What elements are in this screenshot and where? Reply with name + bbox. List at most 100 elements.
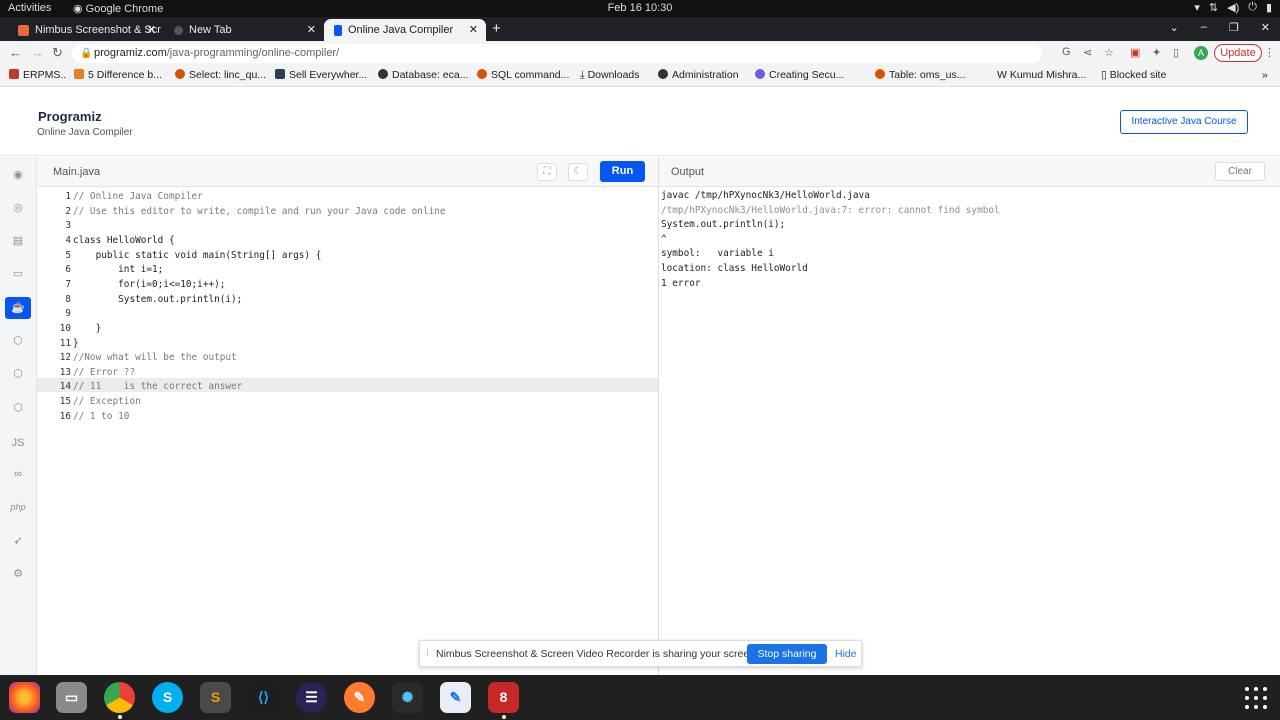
close-icon[interactable]: ✕: [469, 23, 478, 36]
java-icon[interactable]: ☕: [5, 297, 31, 319]
csharp-icon[interactable]: ⬡: [5, 397, 31, 419]
bookmark-item[interactable]: ▯ Blocked site: [1101, 69, 1166, 81]
tab-nimbus[interactable]: Nimbus Screenshot & Scr ✕: [8, 19, 164, 41]
puzzle-icon[interactable]: ✦: [1152, 46, 1161, 59]
code-editor[interactable]: 1// Online Java Compiler 2// Use this edi…: [37, 188, 658, 675]
sql-icon[interactable]: ▤: [5, 230, 31, 252]
power-icon: ⏻: [1248, 1, 1257, 13]
postman-icon[interactable]: ✎: [344, 682, 375, 713]
interactive-java-course-button[interactable]: Interactive Java Course: [1120, 110, 1248, 134]
reload-icon[interactable]: ↻: [52, 45, 63, 61]
line-number: 13: [59, 366, 71, 378]
activities-button[interactable]: Activities: [8, 2, 51, 14]
hide-button[interactable]: Hide: [835, 648, 857, 660]
go-icon[interactable]: ∞: [5, 463, 31, 485]
code-line[interactable]: for(i=0;i<=10;i++);: [73, 279, 225, 290]
share-icon[interactable]: ⋖: [1083, 46, 1092, 59]
bookmark-item[interactable]: Select: linc_qu...: [175, 69, 266, 81]
nimbus-recorder-icon[interactable]: 8: [488, 682, 519, 713]
sidepanel-icon[interactable]: ▯: [1173, 46, 1179, 59]
system-tray[interactable]: ▾ ⇅ ◀) ⏻ ▮: [1194, 1, 1272, 14]
code-line[interactable]: int i=1;: [73, 264, 163, 275]
new-tab-icon[interactable]: +: [492, 20, 501, 37]
pane-divider[interactable]: [658, 157, 659, 675]
bookmark-item[interactable]: 5 Difference b...: [74, 69, 162, 81]
update-button[interactable]: Update: [1214, 44, 1262, 62]
python-icon[interactable]: ◉: [5, 164, 31, 186]
rust-icon[interactable]: ⚙: [5, 563, 31, 585]
tab-search-icon[interactable]: ⌄: [1170, 21, 1179, 34]
profile-avatar[interactable]: A: [1194, 46, 1208, 60]
programiz-logo[interactable]: Programiz: [38, 109, 102, 124]
minimize-icon[interactable]: –: [1201, 21, 1207, 34]
skype-icon[interactable]: S: [152, 682, 183, 713]
bookmark-item[interactable]: Database: eca...: [378, 69, 468, 81]
cpp-icon[interactable]: ⬡: [5, 363, 31, 385]
close-icon[interactable]: ✕: [147, 23, 156, 36]
clear-button[interactable]: Clear: [1215, 162, 1265, 181]
code-line[interactable]: }: [73, 323, 102, 334]
close-icon[interactable]: ✕: [307, 23, 316, 36]
bookmark-item[interactable]: Sell Everywher...: [275, 69, 367, 81]
bookmark-downloads[interactable]: ⤓ Downloads: [580, 69, 640, 82]
code-line[interactable]: // 1 to 10: [73, 411, 129, 422]
google-icon[interactable]: G: [1062, 46, 1071, 58]
code-line[interactable]: //Now what will be the output: [73, 352, 237, 363]
dark-mode-icon[interactable]: ☾: [568, 163, 588, 181]
code-line[interactable]: // Exception: [73, 396, 141, 407]
code-line[interactable]: // Online Java Compiler: [73, 191, 203, 202]
line-number: 16: [59, 410, 71, 422]
bookmark-item[interactable]: Creating Secu...: [755, 69, 844, 81]
line-number: 10: [59, 322, 71, 334]
file-tab-main-java[interactable]: Main.java: [53, 166, 100, 178]
text-editor-icon[interactable]: ✎: [440, 682, 471, 713]
menu-icon[interactable]: ⋮: [1264, 46, 1275, 59]
bookmark-item[interactable]: SQL command...: [477, 69, 569, 81]
star-icon[interactable]: ☆: [1104, 46, 1114, 59]
code-line[interactable]: class HelloWorld {: [73, 235, 175, 246]
app-menu-label: Google Chrome: [85, 3, 164, 15]
code-line[interactable]: // 11 is the correct answer: [73, 381, 242, 392]
bookmark-item[interactable]: ERPMS..: [9, 69, 66, 81]
php-icon[interactable]: php: [5, 496, 31, 518]
run-button[interactable]: Run: [600, 161, 645, 182]
mysql-workbench-icon[interactable]: ✺: [392, 682, 423, 713]
forward-icon[interactable]: →: [31, 45, 44, 60]
c-icon[interactable]: ⬡: [5, 330, 31, 352]
fullscreen-icon[interactable]: ⛶: [537, 163, 557, 181]
javascript-icon[interactable]: JS: [5, 432, 31, 454]
tab-new-tab[interactable]: New Tab ✕: [164, 19, 324, 41]
sublime-text-icon[interactable]: S: [200, 682, 231, 713]
drag-handle-icon[interactable]: ⁞: [426, 647, 429, 659]
bookmarks-overflow-icon[interactable]: »: [1262, 69, 1268, 81]
bookmark-item[interactable]: W Kumud Mishra...: [997, 69, 1086, 81]
clock[interactable]: Feb 16 10:30: [0, 2, 1280, 14]
eclipse-icon[interactable]: ☰: [296, 682, 327, 713]
bookmark-item[interactable]: Administration: [658, 69, 739, 81]
code-line[interactable]: System.out.println(i);: [73, 294, 242, 305]
code-line[interactable]: }: [73, 338, 79, 349]
chrome-icon[interactable]: [104, 682, 135, 713]
tab-online-java-compiler[interactable]: Online Java Compiler ✕: [324, 19, 486, 41]
bookmark-label: Kumud Mishra...: [1009, 69, 1087, 81]
code-line[interactable]: public static void main(String[] args) {: [73, 250, 322, 261]
bookmark-label: ERPMS..: [23, 69, 67, 81]
r-icon[interactable]: ◎: [5, 197, 31, 219]
firefox-icon[interactable]: [9, 682, 40, 713]
restore-icon[interactable]: ❐: [1229, 21, 1239, 34]
bookmark-label: 5 Difference b...: [88, 69, 162, 81]
app-menu[interactable]: ◉ Google Chrome: [73, 2, 163, 15]
close-window-icon[interactable]: ✕: [1261, 21, 1270, 34]
address-bar[interactable]: 🔒 programiz.com/java-programming/online-…: [72, 44, 1042, 63]
html-icon[interactable]: ▭: [5, 263, 31, 285]
extension-icon[interactable]: ▣: [1130, 46, 1140, 59]
bookmark-item[interactable]: Table: oms_us...: [875, 69, 965, 81]
code-line[interactable]: // Error ??: [73, 367, 135, 378]
back-icon[interactable]: ←: [9, 45, 22, 60]
swift-icon[interactable]: ➶: [5, 530, 31, 552]
code-line[interactable]: // Use this editor to write, compile and…: [73, 206, 446, 217]
show-apps-icon[interactable]: [1245, 687, 1267, 709]
vscode-icon[interactable]: ⟨⟩: [248, 682, 279, 713]
files-icon[interactable]: ▭: [56, 682, 87, 713]
stop-sharing-button[interactable]: Stop sharing: [747, 644, 827, 664]
